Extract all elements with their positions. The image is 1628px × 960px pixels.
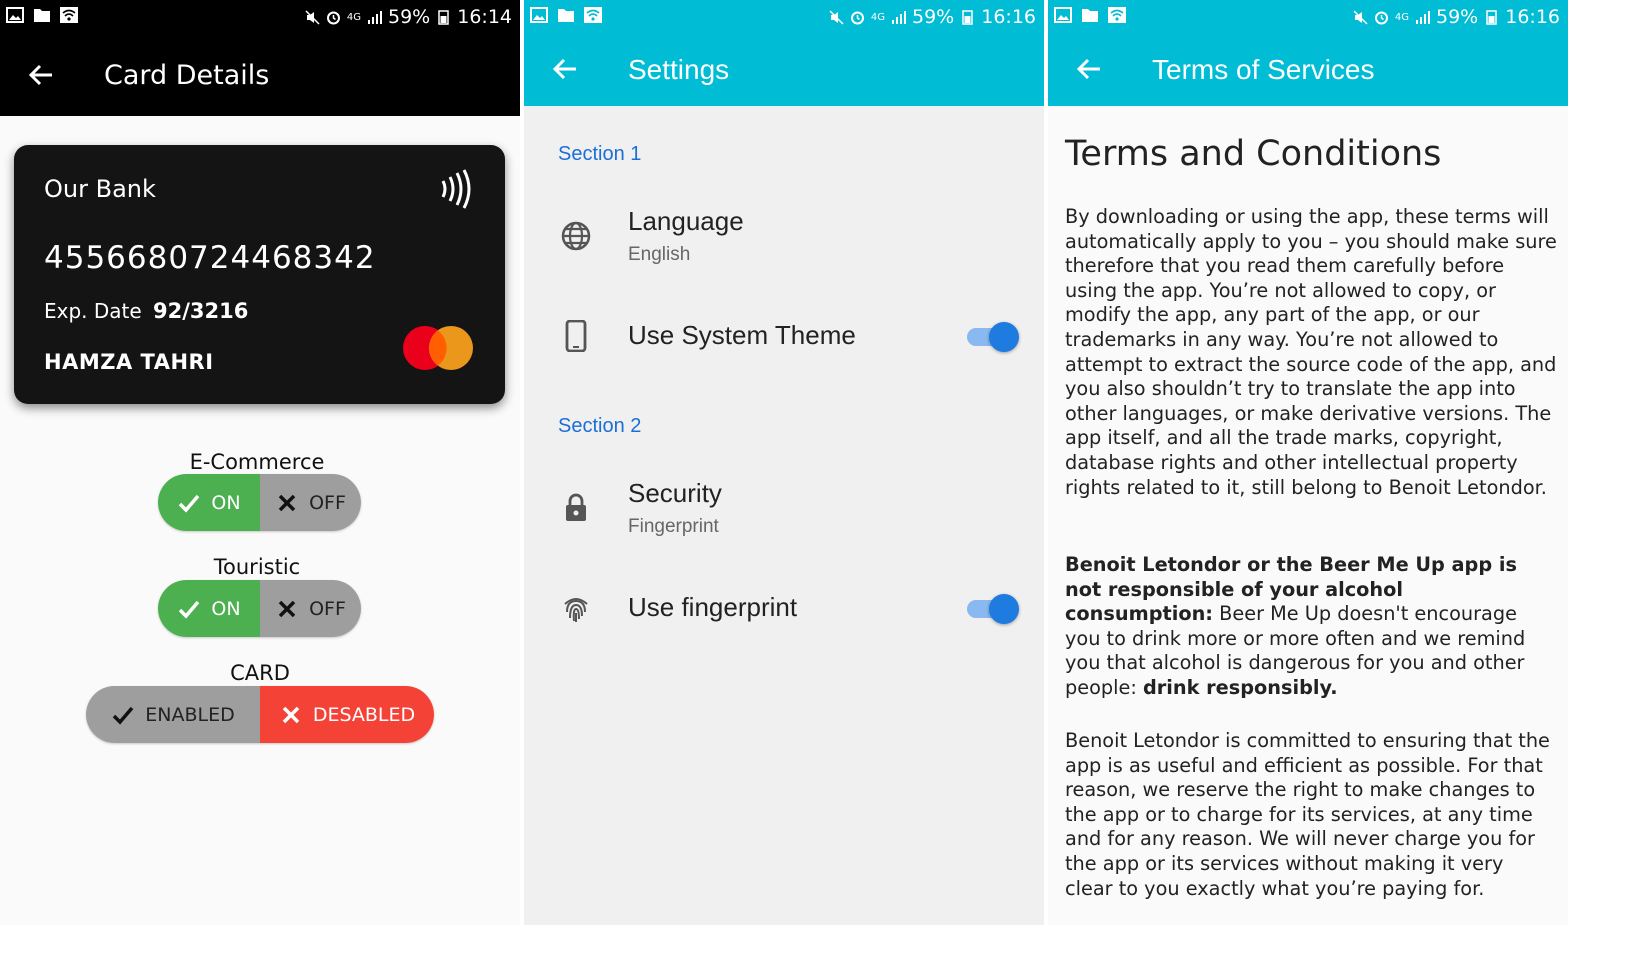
alarm-icon <box>850 10 865 25</box>
language-value: English <box>628 244 691 265</box>
battery-icon <box>960 9 975 25</box>
security-value: Fingerprint <box>628 516 719 537</box>
page-title: Card Details <box>104 60 270 91</box>
section-2-header: Section 2 <box>558 415 642 437</box>
card-holder: HAMZA TAHRI <box>44 350 214 374</box>
app-bar: Settings <box>524 34 1044 106</box>
battery-percent: 59% <box>912 6 955 28</box>
fingerprint-title: Use fingerprint <box>628 592 798 622</box>
system-theme-title: Use System Theme <box>628 320 856 350</box>
network-type: 4G <box>1394 11 1409 23</box>
bank-name: Our Bank <box>44 175 156 203</box>
page-title: Settings <box>628 54 730 85</box>
phone-icon <box>560 319 592 353</box>
image-icon <box>530 7 548 23</box>
touristic-off-label: OFF <box>309 597 346 620</box>
contactless-icon <box>437 169 473 209</box>
alarm-icon <box>326 10 341 25</box>
status-bar: 4G 59% 16:16 <box>1048 0 1568 34</box>
touristic-off-button[interactable]: OFF <box>260 580 361 637</box>
touristic-on-button[interactable]: ON <box>158 580 260 637</box>
folder-icon <box>33 7 51 23</box>
check-icon <box>113 706 134 725</box>
card-state-label: CARD <box>230 661 290 685</box>
app-bar: Card Details <box>0 34 520 116</box>
clock: 16:16 <box>1505 6 1560 28</box>
terms-paragraph-3: Benoit Letondor is committed to ensuring… <box>1065 729 1550 900</box>
silent-icon <box>1353 9 1368 25</box>
app-bar: Terms of Services <box>1048 34 1568 106</box>
mastercard-logo <box>402 325 474 371</box>
close-icon <box>282 706 300 723</box>
signal-icon <box>891 10 906 25</box>
card-details-screen: 4G 59% 16:14 Card Details Our Bank 45566… <box>0 0 520 925</box>
exp-date-value: 92/3216 <box>153 299 249 323</box>
system-theme-switch[interactable] <box>965 320 1019 352</box>
folder-icon <box>1081 7 1099 23</box>
wifi-icon <box>1108 7 1126 23</box>
network-type: 4G <box>870 11 885 23</box>
back-arrow-icon[interactable] <box>550 54 580 84</box>
card-disabled-label: DESABLED <box>312 703 416 726</box>
back-arrow-icon[interactable] <box>26 60 56 90</box>
security-title: Security <box>628 478 722 508</box>
status-bar: 4G 59% 16:14 <box>0 0 520 34</box>
page-title: Terms of Services <box>1152 54 1375 85</box>
terms-paragraph-2: Benoit Letondor or the Beer Me Up app is… <box>1065 553 1557 701</box>
silent-icon <box>305 9 320 25</box>
fingerprint-icon <box>560 592 592 624</box>
fingerprint-switch[interactable] <box>965 592 1019 624</box>
drink-responsibly: drink responsibly. <box>1142 675 1338 699</box>
language-title: Language <box>628 206 744 236</box>
clock: 16:14 <box>457 6 512 28</box>
battery-icon <box>1484 9 1499 25</box>
terms-screen: 4G 59% 16:16 Terms of Services Terms and… <box>1048 0 1568 925</box>
wifi-icon <box>60 7 78 23</box>
network-type: 4G <box>346 11 361 23</box>
ecommerce-toggle: ON OFF <box>158 474 361 531</box>
card-disabled-button[interactable]: DESABLED <box>260 686 434 743</box>
touristic-label: Touristic <box>213 555 301 579</box>
ecommerce-on-button[interactable]: ON <box>158 474 260 531</box>
exp-date-label: Exp. Date <box>44 299 142 323</box>
battery-percent: 59% <box>388 6 431 28</box>
folder-icon <box>557 7 575 23</box>
bank-card[interactable]: Our Bank 4556680724468342 Exp. Date 92/3… <box>14 145 505 404</box>
card-enabled-button[interactable]: ENABLED <box>86 686 260 743</box>
check-icon <box>179 600 200 619</box>
battery-percent: 59% <box>1436 6 1479 28</box>
settings-screen: 4G 59% 16:16 Settings Section 1 Language… <box>524 0 1044 925</box>
touristic-on-label: ON <box>211 597 241 620</box>
section-1-header: Section 1 <box>558 143 642 165</box>
wifi-icon <box>584 7 602 23</box>
image-icon <box>6 7 24 23</box>
clock: 16:16 <box>981 6 1036 28</box>
globe-icon <box>560 220 592 252</box>
silent-icon <box>829 9 844 25</box>
status-bar: 4G 59% 16:16 <box>524 0 1044 34</box>
ecommerce-label: E-Commerce <box>189 450 325 474</box>
close-icon <box>278 600 296 617</box>
signal-icon <box>1415 10 1430 25</box>
card-number: 4556680724468342 <box>44 240 376 276</box>
switch-knob <box>989 322 1019 352</box>
alarm-icon <box>1374 10 1389 25</box>
card-state-toggle: ENABLED DESABLED <box>86 686 434 743</box>
touristic-toggle: ON OFF <box>158 580 361 637</box>
card-enabled-label: ENABLED <box>145 703 235 726</box>
ecommerce-off-label: OFF <box>309 491 346 514</box>
battery-icon <box>436 9 451 25</box>
close-icon <box>278 494 296 511</box>
ecommerce-on-label: ON <box>211 491 241 514</box>
switch-knob <box>989 594 1019 624</box>
terms-heading: Terms and Conditions <box>1065 134 1442 174</box>
check-icon <box>179 494 200 513</box>
image-icon <box>1054 7 1072 23</box>
terms-paragraph-1: By downloading or using the app, these t… <box>1065 205 1557 499</box>
signal-icon <box>367 10 382 25</box>
ecommerce-off-button[interactable]: OFF <box>260 474 361 531</box>
lock-icon <box>560 491 592 523</box>
back-arrow-icon[interactable] <box>1074 54 1104 84</box>
